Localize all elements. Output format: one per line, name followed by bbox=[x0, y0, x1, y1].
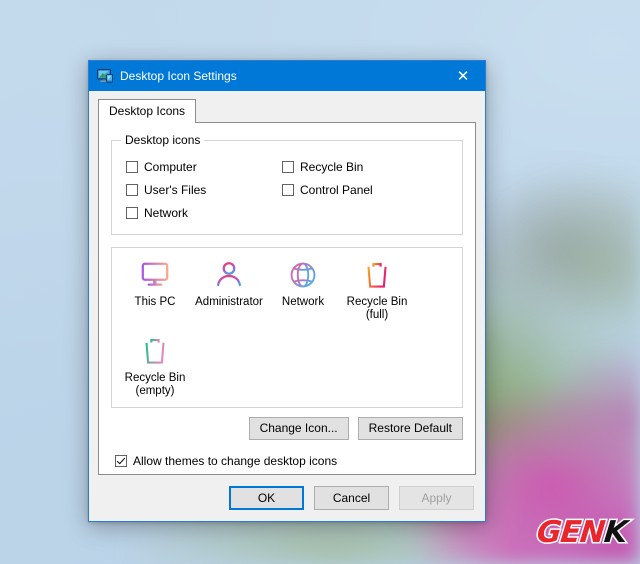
change-icon-button[interactable]: Change Icon... bbox=[249, 417, 349, 440]
checkbox-label-users-files: User's Files bbox=[144, 183, 206, 197]
checkbox-label-computer: Computer bbox=[144, 160, 197, 174]
preview-item-recycle-bin-full[interactable]: Recycle Bin(full) bbox=[340, 258, 414, 330]
checkbox-box-computer[interactable] bbox=[126, 161, 138, 173]
desktop-icons-checkbox-grid: Computer Recycle Bin User's Files Contro… bbox=[126, 155, 452, 224]
cancel-button[interactable]: Cancel bbox=[314, 486, 389, 510]
preview-item-administrator[interactable]: Administrator bbox=[192, 258, 266, 330]
checkbox-box-recycle-bin[interactable] bbox=[282, 161, 294, 173]
window-title: Desktop Icon Settings bbox=[120, 69, 237, 83]
monitor-icon bbox=[140, 258, 170, 292]
icon-preview-list[interactable]: This PC Administrator bbox=[111, 247, 463, 408]
recycle-bin-empty-icon bbox=[141, 334, 169, 368]
apply-button: Apply bbox=[399, 486, 474, 510]
tab-strip: Desktop Icons bbox=[89, 91, 485, 122]
checkbox-allow-themes[interactable]: Allow themes to change desktop icons bbox=[115, 454, 463, 468]
checkbox-box-network[interactable] bbox=[126, 207, 138, 219]
checkbox-users-files[interactable]: User's Files bbox=[126, 183, 282, 197]
preview-button-row: Change Icon... Restore Default bbox=[111, 417, 463, 440]
genk-watermark: GENK bbox=[535, 518, 628, 548]
checkbox-label-recycle-bin: Recycle Bin bbox=[300, 160, 363, 174]
checkbox-label-allow-themes: Allow themes to change desktop icons bbox=[133, 454, 337, 468]
dialog-footer: OK Cancel Apply bbox=[89, 475, 485, 521]
monitor-icon bbox=[97, 68, 113, 84]
groupbox-title: Desktop icons bbox=[121, 133, 204, 147]
checkbox-box-control-panel[interactable] bbox=[282, 184, 294, 196]
tab-page-desktop-icons: Desktop icons Computer Recycle Bin User'… bbox=[98, 122, 476, 475]
preview-item-recycle-bin-empty[interactable]: Recycle Bin(empty) bbox=[118, 334, 192, 406]
title-bar: Desktop Icon Settings ✕ bbox=[89, 61, 485, 91]
preview-caption-recycle-bin-empty: Recycle Bin(empty) bbox=[125, 372, 186, 398]
genk-watermark-gen: GEN bbox=[535, 515, 606, 550]
checkbox-recycle-bin[interactable]: Recycle Bin bbox=[282, 160, 452, 174]
checkbox-box-allow-themes[interactable] bbox=[115, 455, 127, 467]
desktop-icon-settings-dialog: Desktop Icon Settings ✕ Desktop Icons De… bbox=[88, 60, 486, 522]
preview-caption-this-pc: This PC bbox=[135, 296, 176, 309]
preview-item-this-pc[interactable]: This PC bbox=[118, 258, 192, 330]
desktop-icons-groupbox: Desktop icons Computer Recycle Bin User'… bbox=[111, 140, 463, 235]
user-account-icon bbox=[214, 258, 244, 292]
preview-caption-administrator: Administrator bbox=[195, 296, 263, 309]
globe-network-icon bbox=[288, 258, 318, 292]
restore-default-button[interactable]: Restore Default bbox=[358, 417, 463, 440]
checkbox-box-users-files[interactable] bbox=[126, 184, 138, 196]
desktop-background: GENK Desktop Icon Settings ✕ Desktop Ico… bbox=[0, 0, 640, 564]
ok-button[interactable]: OK bbox=[229, 486, 304, 510]
recycle-bin-full-icon bbox=[363, 258, 391, 292]
close-icon[interactable]: ✕ bbox=[441, 61, 485, 91]
preview-item-network[interactable]: Network bbox=[266, 258, 340, 330]
preview-caption-network: Network bbox=[282, 296, 324, 309]
preview-caption-recycle-bin-full: Recycle Bin(full) bbox=[347, 296, 408, 322]
checkbox-network[interactable]: Network bbox=[126, 206, 282, 220]
checkbox-label-network: Network bbox=[144, 206, 188, 220]
checkbox-label-control-panel: Control Panel bbox=[300, 183, 373, 197]
checkbox-computer[interactable]: Computer bbox=[126, 160, 282, 174]
checkbox-control-panel[interactable]: Control Panel bbox=[282, 183, 452, 197]
tab-desktop-icons[interactable]: Desktop Icons bbox=[98, 99, 196, 123]
genk-watermark-k: K bbox=[602, 515, 628, 550]
